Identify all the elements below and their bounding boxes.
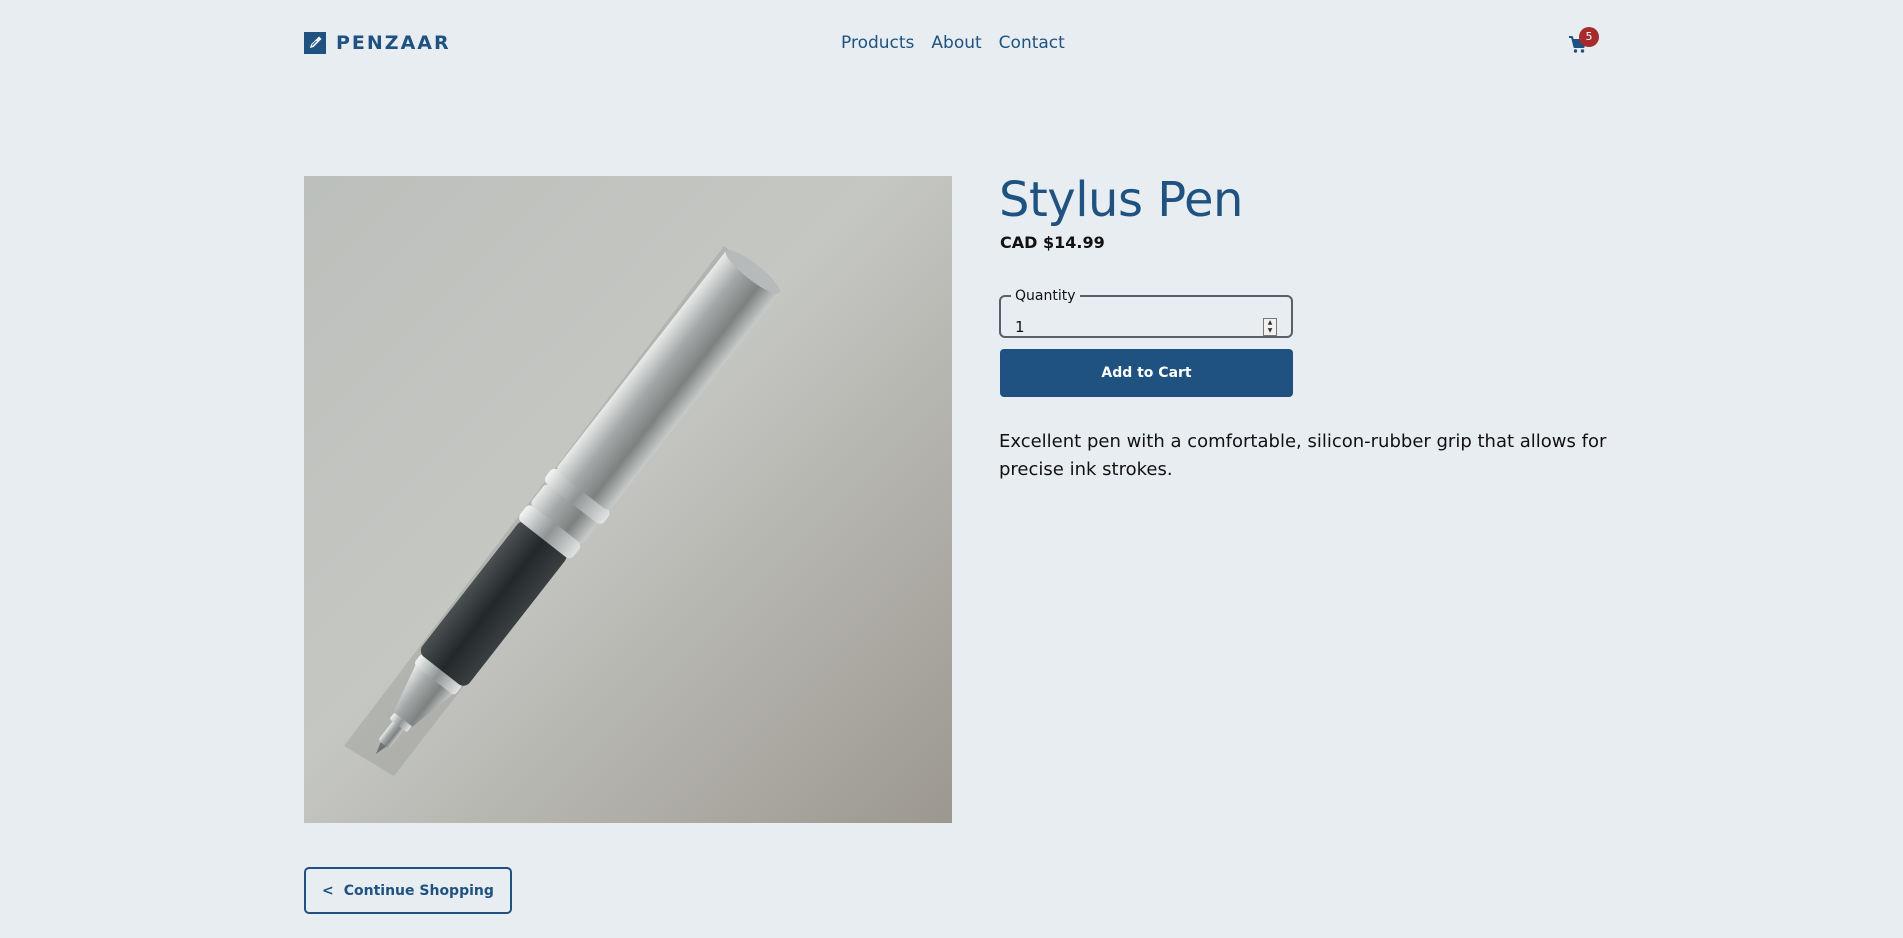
quantity-field: Quantity ▲ ▼ [999,288,1293,338]
product-description: Excellent pen with a comfortable, silico… [999,431,1607,480]
product-price: CAD $14.99 [1000,233,1105,252]
quantity-label: Quantity [1015,288,1076,304]
stepper-up-icon[interactable]: ▲ [1268,320,1273,326]
stepper-down-icon[interactable]: ▼ [1268,328,1273,334]
cart-button[interactable]: 5 [1568,27,1599,57]
nav-link-contact[interactable]: Contact [999,33,1065,53]
main-nav: Products About Contact [841,33,1065,53]
nav-link-about[interactable]: About [931,33,981,53]
brand-name: PENZAAR [336,32,451,54]
pen-icon [304,32,326,54]
quantity-input[interactable] [1015,318,1255,336]
chevron-left-icon: < [322,882,334,899]
nav-link-products[interactable]: Products [841,33,914,53]
cart-count-badge: 5 [1579,27,1599,47]
add-to-cart-button[interactable]: Add to Cart [1000,349,1293,397]
logo-link[interactable]: PENZAAR [304,32,451,54]
continue-shopping-button[interactable]: < Continue Shopping [304,867,512,914]
page: PENZAAR Products About Contact 5 Stylus … [0,0,1903,938]
product-title: Stylus Pen [999,172,1243,228]
continue-shopping-label: Continue Shopping [343,882,494,899]
product-image [304,176,952,823]
quantity-stepper[interactable]: ▲ ▼ [1263,318,1277,336]
